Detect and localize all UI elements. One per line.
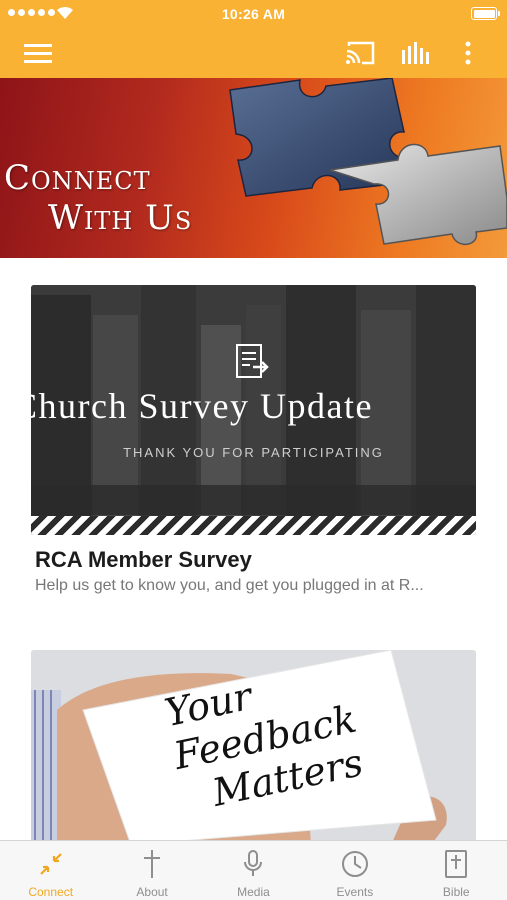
tab-bible[interactable]: Bible — [406, 841, 507, 900]
tab-label: Bible — [442, 885, 470, 899]
clock-icon — [341, 849, 369, 879]
tab-label: Connect — [28, 885, 74, 899]
status-bar: 10:26 AM — [0, 0, 507, 28]
tab-media[interactable]: Media — [203, 841, 304, 900]
cross-icon — [142, 849, 162, 879]
status-time: 10:26 AM — [221, 6, 286, 22]
document-forward-icon — [236, 344, 269, 378]
card-description: Help us get to know you, and get you plu… — [35, 577, 424, 594]
tab-label: Media — [237, 885, 270, 899]
card-title[interactable]: RCA Member Survey — [35, 547, 252, 573]
hamburger-menu-icon[interactable] — [16, 28, 60, 78]
hazard-stripes — [31, 516, 476, 535]
equalizer-icon[interactable] — [395, 28, 435, 78]
feedback-card-image: Your Feedback Matters — [31, 650, 476, 845]
survey-card-image: Church Survey Update THANK YOU FOR PARTI… — [31, 285, 476, 535]
connect-arrows-icon — [38, 849, 64, 879]
tab-label: About — [136, 885, 168, 899]
hero-title-line1: Connect — [4, 158, 151, 198]
more-vert-icon[interactable] — [450, 28, 486, 78]
hero-title: Connect With Us — [4, 158, 192, 238]
survey-image-headline: Church Survey Update — [31, 386, 373, 426]
tab-about[interactable]: About — [101, 841, 202, 900]
bible-icon — [444, 849, 468, 879]
cast-icon[interactable] — [340, 28, 380, 78]
tab-label: Events — [336, 885, 374, 899]
microphone-icon — [242, 849, 264, 879]
feedback-card[interactable]: Your Feedback Matters — [31, 650, 476, 845]
hero-banner: Connect With Us — [0, 78, 507, 258]
tab-connect[interactable]: Connect — [0, 841, 101, 900]
battery-icon — [471, 7, 500, 20]
bottom-tab-bar: Connect About Media Events Bible — [0, 840, 507, 900]
hero-title-line2: With Us — [48, 198, 193, 238]
survey-card[interactable]: Church Survey Update THANK YOU FOR PARTI… — [31, 285, 476, 594]
survey-image-subtitle: THANK YOU FOR PARTICIPATING — [123, 445, 384, 460]
app-bar — [0, 28, 507, 78]
tab-events[interactable]: Events — [304, 841, 405, 900]
